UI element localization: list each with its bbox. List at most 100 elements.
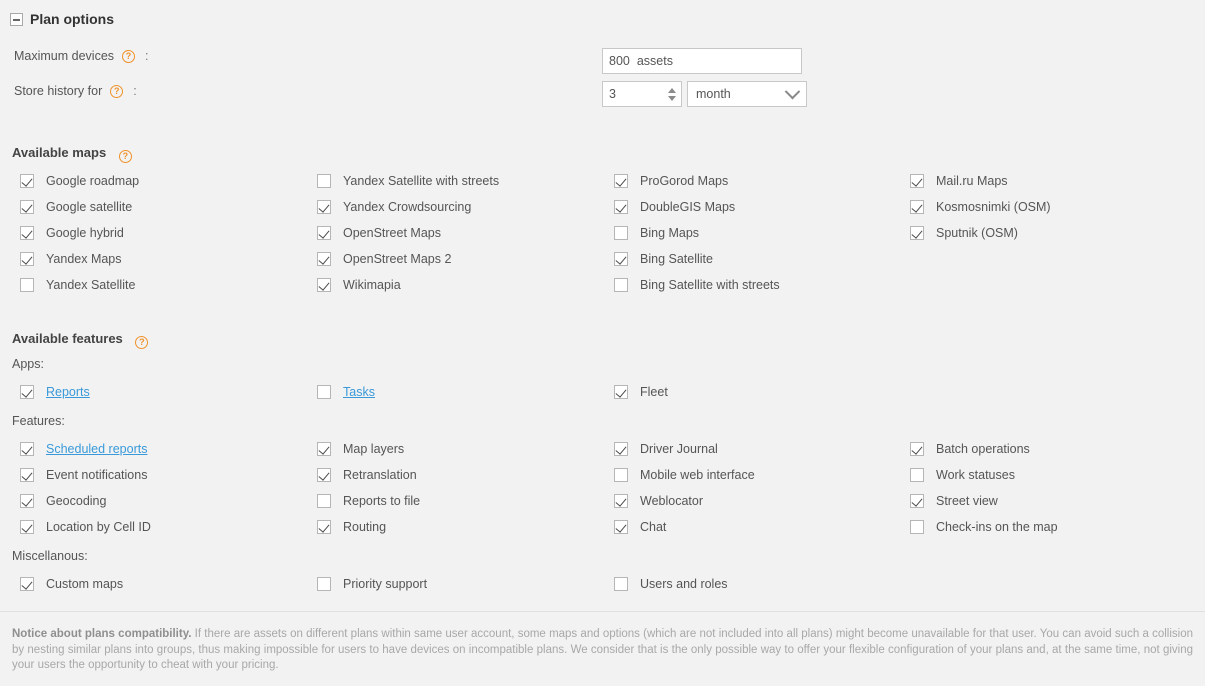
- store-history-number-input[interactable]: 3: [602, 81, 682, 107]
- checkbox-doublegis-maps[interactable]: [614, 200, 628, 214]
- checkbox-yandex-crowdsourcing[interactable]: [317, 200, 331, 214]
- checkbox-yandex-satellite[interactable]: [20, 278, 34, 292]
- list-item[interactable]: Kosmosnimki (OSM): [910, 199, 1051, 215]
- question-mark-icon[interactable]: ?: [122, 49, 136, 63]
- link-label[interactable]: Scheduled reports: [46, 442, 147, 456]
- stepper-down-icon[interactable]: [667, 95, 676, 101]
- checkbox-wikimapia[interactable]: [317, 278, 331, 292]
- checkbox-bing-satellite-with-streets[interactable]: [614, 278, 628, 292]
- list-item[interactable]: Geocoding: [20, 493, 106, 509]
- list-item[interactable]: Google satellite: [20, 199, 132, 215]
- list-item[interactable]: Yandex Maps: [20, 251, 122, 267]
- checkbox-routing[interactable]: [317, 520, 331, 534]
- link-label[interactable]: Reports: [46, 385, 90, 399]
- chevron-down-icon[interactable]: [784, 83, 801, 99]
- checkbox-mail-ru-maps[interactable]: [910, 174, 924, 188]
- question-mark-icon[interactable]: ?: [135, 336, 149, 349]
- checkbox-check-ins-on-the-map[interactable]: [910, 520, 924, 534]
- checkbox-priority-support[interactable]: [317, 577, 331, 591]
- list-item[interactable]: Priority support: [317, 576, 427, 592]
- list-item[interactable]: Tasks: [317, 384, 375, 400]
- checkbox-openstreet-maps[interactable]: [317, 226, 331, 240]
- list-item[interactable]: Check-ins on the map: [910, 519, 1058, 535]
- list-item[interactable]: Yandex Satellite: [20, 277, 135, 293]
- list-item[interactable]: Work statuses: [910, 467, 1015, 483]
- page-title: Plan options: [30, 11, 114, 27]
- list-item[interactable]: Map layers: [317, 441, 404, 457]
- checkbox-yandex-maps[interactable]: [20, 252, 34, 266]
- checkbox-bing-maps[interactable]: [614, 226, 628, 240]
- list-item[interactable]: Event notifications: [20, 467, 147, 483]
- list-item[interactable]: Batch operations: [910, 441, 1030, 457]
- list-item[interactable]: Street view: [910, 493, 998, 509]
- list-item[interactable]: Scheduled reports: [20, 441, 147, 457]
- checkbox-mobile-web-interface[interactable]: [614, 468, 628, 482]
- checkbox-google-roadmap[interactable]: [20, 174, 34, 188]
- list-item[interactable]: Reports to file: [317, 493, 420, 509]
- checkbox-scheduled-reports[interactable]: [20, 442, 34, 456]
- list-item[interactable]: Bing Maps: [614, 225, 699, 241]
- list-item[interactable]: Users and roles: [614, 576, 728, 592]
- list-item[interactable]: Bing Satellite with streets: [614, 277, 780, 293]
- list-item[interactable]: Mail.ru Maps: [910, 173, 1008, 189]
- checkbox-weblocator[interactable]: [614, 494, 628, 508]
- list-item[interactable]: Google hybrid: [20, 225, 124, 241]
- list-item[interactable]: Location by Cell ID: [20, 519, 151, 535]
- checkbox-label: Google satellite: [46, 200, 133, 214]
- list-item[interactable]: DoubleGIS Maps: [614, 199, 735, 215]
- list-item[interactable]: Driver Journal: [614, 441, 718, 457]
- question-mark-icon[interactable]: ?: [118, 150, 132, 163]
- list-item[interactable]: Routing: [317, 519, 386, 535]
- list-item[interactable]: Reports: [20, 384, 90, 400]
- list-item[interactable]: Custom maps: [20, 576, 123, 592]
- store-history-unit-select[interactable]: month: [687, 81, 807, 107]
- checkbox-label: Routing: [343, 520, 387, 534]
- checkbox-retranslation[interactable]: [317, 468, 331, 482]
- checkbox-driver-journal[interactable]: [614, 442, 628, 456]
- checkbox-tasks[interactable]: [317, 385, 331, 399]
- checkbox-progorod-maps[interactable]: [614, 174, 628, 188]
- checkbox-bing-satellite[interactable]: [614, 252, 628, 266]
- checkbox-label: Wikimapia: [343, 278, 401, 292]
- list-item[interactable]: Fleet: [614, 384, 668, 400]
- checkbox-users-and-roles[interactable]: [614, 577, 628, 591]
- question-mark-icon[interactable]: ?: [110, 84, 124, 98]
- checkbox-map-layers[interactable]: [317, 442, 331, 456]
- checkbox-chat[interactable]: [614, 520, 628, 534]
- checkbox-kosmosnimki-osm[interactable]: [910, 200, 924, 214]
- checkbox-work-statuses[interactable]: [910, 468, 924, 482]
- list-item[interactable]: Bing Satellite: [614, 251, 713, 267]
- checkbox-yandex-satellite-with-streets[interactable]: [317, 174, 331, 188]
- list-item[interactable]: Sputnik (OSM): [910, 225, 1018, 241]
- checkbox-openstreet-maps-2[interactable]: [317, 252, 331, 266]
- list-item[interactable]: Yandex Crowdsourcing: [317, 199, 471, 215]
- list-item[interactable]: Chat: [614, 519, 666, 535]
- stepper-up-icon[interactable]: [667, 87, 676, 93]
- list-item[interactable]: Wikimapia: [317, 277, 401, 293]
- link-label[interactable]: Tasks: [343, 385, 375, 399]
- list-item[interactable]: Retranslation: [317, 467, 417, 483]
- checkbox-reports-to-file[interactable]: [317, 494, 331, 508]
- checkbox-sputnik-osm[interactable]: [910, 226, 924, 240]
- list-item[interactable]: Yandex Satellite with streets: [317, 173, 499, 189]
- minus-box-icon[interactable]: [10, 12, 23, 26]
- checkbox-fleet[interactable]: [614, 385, 628, 399]
- list-item[interactable]: OpenStreet Maps: [317, 225, 441, 241]
- list-item[interactable]: OpenStreet Maps 2: [317, 251, 451, 267]
- checkbox-location-by-cell-id[interactable]: [20, 520, 34, 534]
- plan-options-header[interactable]: Plan options: [0, 0, 1205, 29]
- checkbox-geocoding[interactable]: [20, 494, 34, 508]
- checkbox-street-view[interactable]: [910, 494, 924, 508]
- checkbox-custom-maps[interactable]: [20, 577, 34, 591]
- checkbox-event-notifications[interactable]: [20, 468, 34, 482]
- checkbox-reports[interactable]: [20, 385, 34, 399]
- list-item[interactable]: ProGorod Maps: [614, 173, 728, 189]
- checkbox-batch-operations[interactable]: [910, 442, 924, 456]
- quantity-stepper[interactable]: [666, 87, 677, 101]
- list-item[interactable]: Mobile web interface: [614, 467, 755, 483]
- list-item[interactable]: Weblocator: [614, 493, 703, 509]
- checkbox-google-hybrid[interactable]: [20, 226, 34, 240]
- list-item[interactable]: Google roadmap: [20, 173, 139, 189]
- checkbox-google-satellite[interactable]: [20, 200, 34, 214]
- max-devices-input[interactable]: 800 assets: [602, 48, 802, 74]
